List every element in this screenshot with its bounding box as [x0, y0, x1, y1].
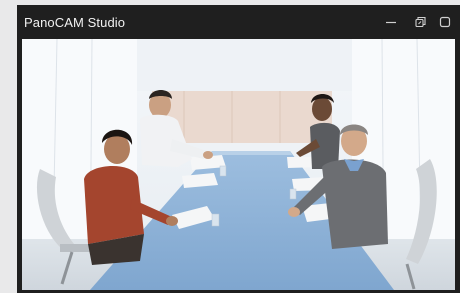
video-feed[interactable] [22, 39, 455, 290]
restore-button[interactable] [412, 14, 428, 30]
window-title: PanoCAM Studio [24, 15, 126, 30]
minimize-button[interactable] [383, 14, 399, 30]
conference-room-scene [22, 39, 455, 290]
restore-icon [412, 14, 428, 30]
close-icon [437, 14, 453, 30]
close-button[interactable] [437, 14, 453, 30]
title-bar[interactable]: PanoCAM Studio [17, 5, 460, 39]
app-window: PanoCAM Studio [17, 5, 460, 293]
minimize-icon [383, 14, 399, 30]
